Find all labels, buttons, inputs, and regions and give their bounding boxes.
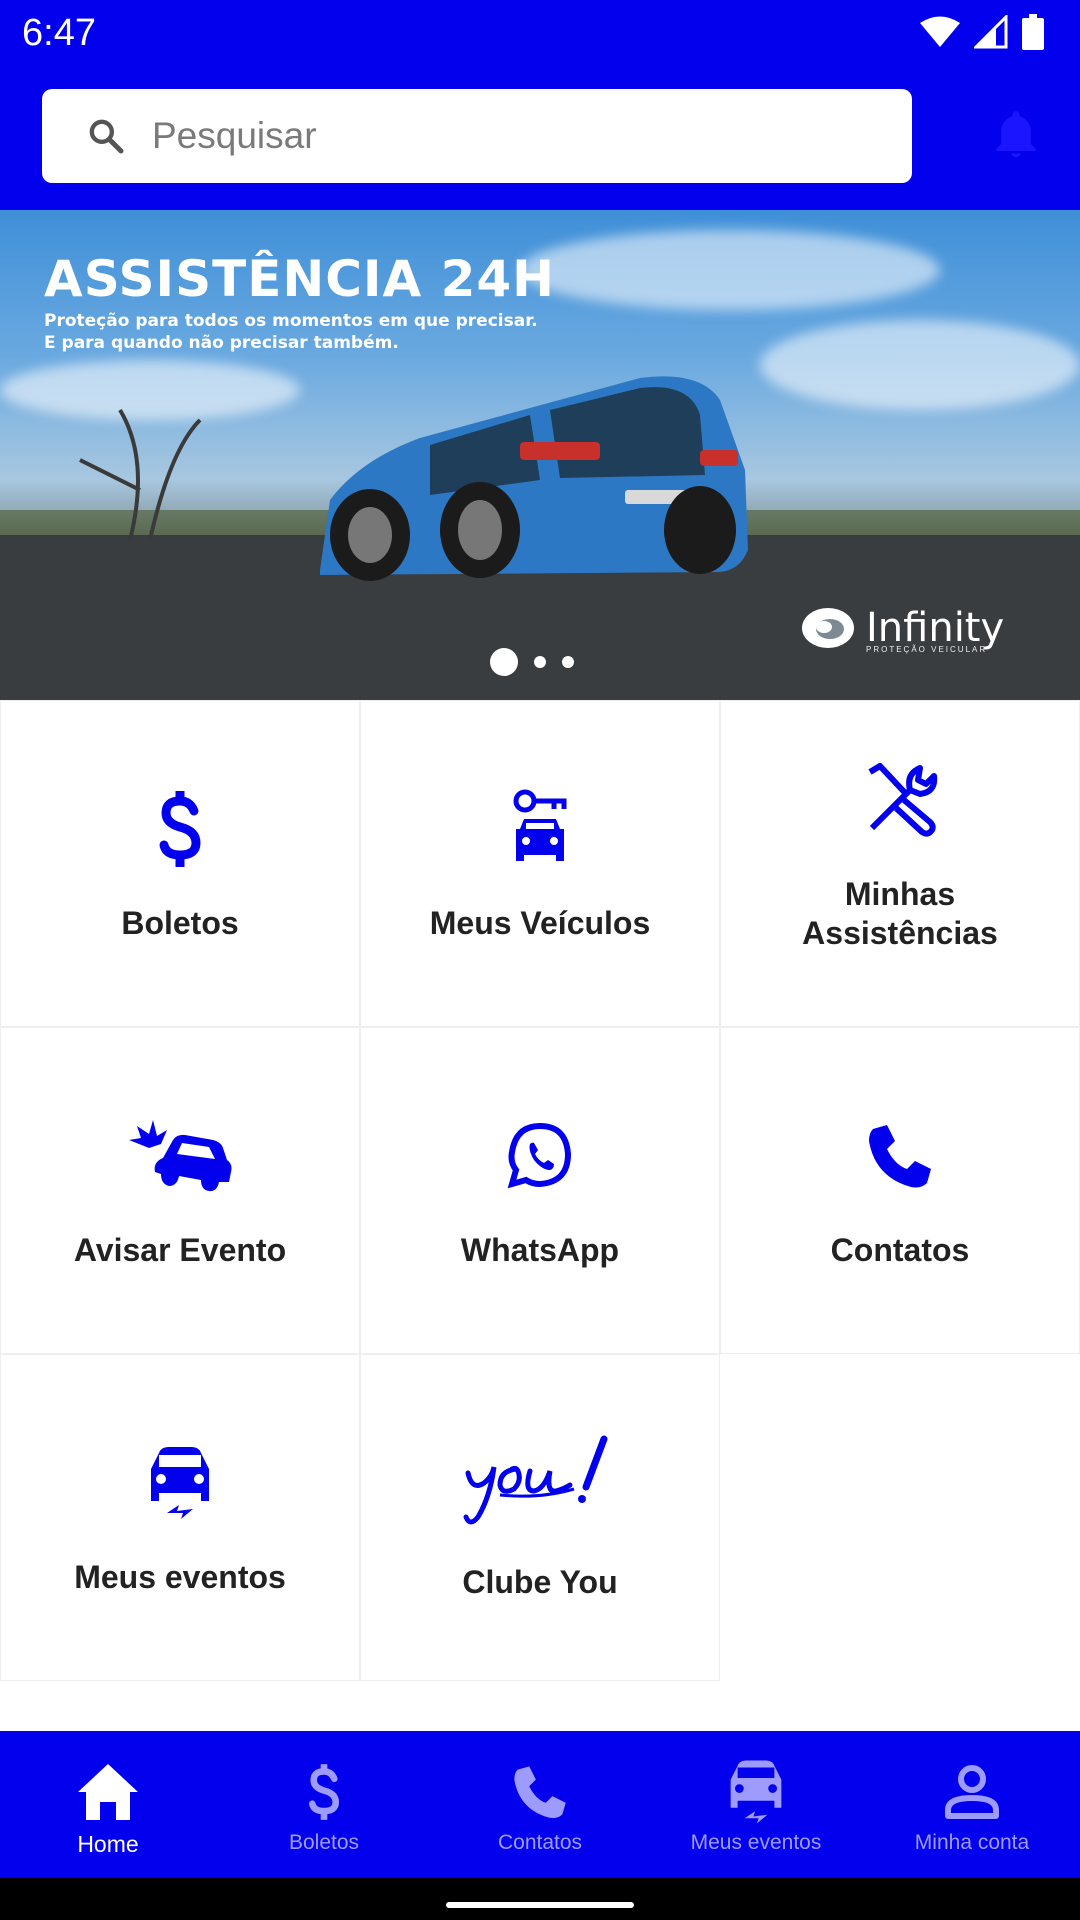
whatsapp-icon [485,1111,595,1201]
nav-contatos[interactable]: Contatos [432,1731,648,1878]
you-logo-icon [460,1433,620,1533]
home-icon [75,1759,141,1825]
tile-boletos[interactable]: Boletos [0,700,360,1027]
bottom-navigation: Home Boletos Contatos Meus eventos Minha… [0,1731,1080,1878]
promo-banner-carousel[interactable]: ASSISTÊNCIA 24H Proteção para todos os m… [0,210,1080,700]
tile-label: Meus eventos [74,1559,286,1595]
tile-label: Clube You [462,1564,618,1600]
nav-minha-conta[interactable]: Minha conta [864,1731,1080,1878]
notification-bell-icon[interactable] [990,106,1042,164]
status-bar: 6:47 [0,0,1080,64]
home-gesture-handle[interactable] [446,1902,634,1908]
tile-label: WhatsApp [460,1232,620,1268]
nav-label: Contatos [497,1831,583,1854]
tile-label: Boletos [121,905,239,941]
banner-subtitle-line-1: Proteção para todos os momentos em que p… [44,311,538,331]
banner-brand-tagline: PROTEÇÃO VEICULAR [866,645,988,654]
app-header [0,64,1080,210]
phone-icon [845,1111,955,1201]
tile-label: Meus Veículos [429,905,651,941]
dollar-icon [291,1759,357,1825]
empty-tile [720,1354,1080,1681]
tile-avisar-evento[interactable]: Avisar Evento [0,1027,360,1354]
dollar-icon [125,784,235,874]
carousel-dot-2[interactable] [534,656,546,668]
tile-label: Contatos [830,1232,970,1268]
tile-contatos[interactable]: Contatos [720,1027,1080,1354]
system-navigation-bar [0,1878,1080,1920]
car-key-icon [485,784,595,874]
person-icon [939,1759,1005,1825]
home-screen: 6:47 Pesquisar ASSISTÊNCIA 24H Proteção … [0,0,1080,1920]
wifi-icon [920,16,960,47]
tile-whatsapp[interactable]: WhatsApp [360,1027,720,1354]
status-icons [920,12,1044,52]
status-time: 6:47 [22,12,96,54]
tile-label: Avisar Evento [73,1232,287,1268]
infinity-logo: Infinity PROTEÇÃO VEICULAR [800,605,1004,654]
tile-clube-you[interactable]: Clube You [360,1354,720,1681]
signal-icon [974,15,1008,49]
car-event-icon [125,1438,235,1528]
nav-label: Meus eventos [690,1831,822,1854]
tile-label: Minhas Assistências [802,875,998,951]
tools-icon [845,755,955,845]
nav-boletos[interactable]: Boletos [216,1731,432,1878]
infinity-swirl-icon [802,608,854,648]
nav-label: Boletos [288,1831,360,1854]
nav-home[interactable]: Home [0,1731,216,1878]
nav-label: Home [77,1831,139,1857]
battery-icon [1022,14,1044,50]
car-crash-icon [125,1111,235,1201]
banner-title: ASSISTÊNCIA 24H [44,250,556,308]
car-event-icon [723,1759,789,1825]
nav-meus-eventos[interactable]: Meus eventos [648,1731,864,1878]
carousel-dot-1[interactable] [490,648,518,676]
tile-meus-eventos[interactable]: Meus eventos [0,1354,360,1681]
tile-meus-veiculos[interactable]: Meus Veículos [360,700,720,1027]
search-icon [89,119,124,154]
nav-label: Minha conta [914,1831,1030,1854]
search-bar[interactable] [42,89,912,183]
carousel-indicators [490,648,574,676]
phone-icon [507,1759,573,1825]
banner-subtitle-line-2: E para quando não precisar também. [44,333,399,353]
tile-minhas-assistencias[interactable]: Minhas Assistências [720,700,1080,1027]
carousel-dot-3[interactable] [562,656,574,668]
search-input[interactable] [152,89,892,183]
banner-subtitle: Proteção para todos os momentos em que p… [44,310,538,354]
